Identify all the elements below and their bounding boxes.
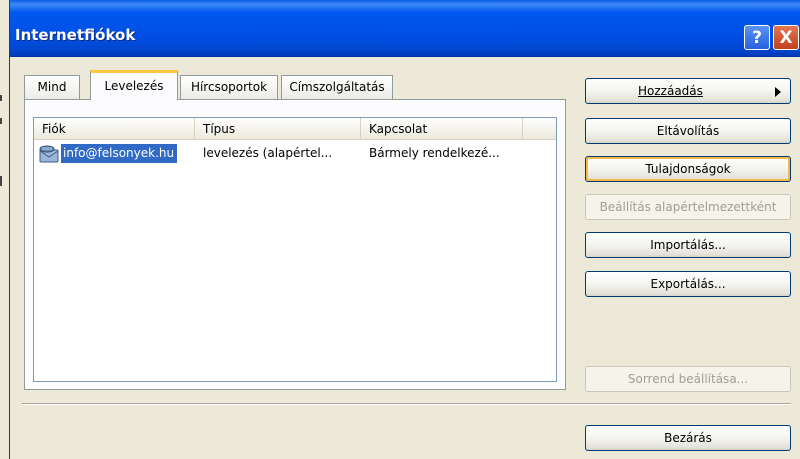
tab-mail[interactable]: Levelezés	[90, 70, 178, 100]
column-header-connection[interactable]: Kapcsolat	[361, 118, 523, 140]
tab-directory-service[interactable]: Címszolgáltatás	[281, 75, 393, 99]
column-header-account[interactable]: Fiók	[34, 118, 195, 140]
accounts-list[interactable]: Fiók Típus Kapcsolat info@felsonyek.hu l…	[33, 117, 557, 382]
import-button[interactable]: Importálás...	[585, 232, 791, 258]
close-icon: X	[779, 27, 793, 48]
tab-newsgroups[interactable]: Hírcsoportok	[180, 75, 278, 99]
edge-mark	[0, 176, 2, 186]
title-bar[interactable]: Internetfiókok ? X	[10, 0, 800, 57]
list-header: Fiók Típus Kapcsolat	[34, 118, 556, 140]
add-button[interactable]: Hozzáadás	[585, 78, 791, 104]
set-order-button[interactable]: Sorrend beállítása...	[585, 366, 791, 392]
help-button[interactable]: ?	[744, 25, 770, 50]
account-connection: Bármely rendelkezé...	[369, 146, 500, 160]
set-default-button[interactable]: Beállítás alapértelmezettként	[585, 194, 791, 220]
mail-account-icon	[39, 145, 59, 163]
help-icon: ?	[752, 27, 762, 48]
submenu-arrow-icon	[775, 87, 781, 97]
remove-button[interactable]: Eltávolítás	[585, 118, 791, 144]
background-window-edge	[0, 0, 9, 459]
close-button[interactable]: Bezárás	[585, 425, 791, 451]
close-window-button[interactable]: X	[773, 25, 799, 50]
edge-mark	[0, 118, 2, 124]
tab-all[interactable]: Mind	[24, 75, 80, 99]
tab-panel: Fiók Típus Kapcsolat info@felsonyek.hu l…	[24, 99, 566, 390]
add-button-label: Hozzáadás	[638, 84, 703, 98]
window-title: Internetfiókok	[15, 26, 136, 44]
edge-mark	[0, 95, 2, 101]
account-name: info@felsonyek.hu	[61, 144, 178, 163]
separator	[22, 403, 791, 405]
account-type: levelezés (alapértel...	[203, 146, 333, 160]
column-header-type[interactable]: Típus	[195, 118, 361, 140]
list-item[interactable]: info@felsonyek.hu levelezés (alapértel..…	[34, 143, 556, 165]
export-button[interactable]: Exportálás...	[585, 271, 791, 297]
properties-button[interactable]: Tulajdonságok	[585, 156, 791, 182]
